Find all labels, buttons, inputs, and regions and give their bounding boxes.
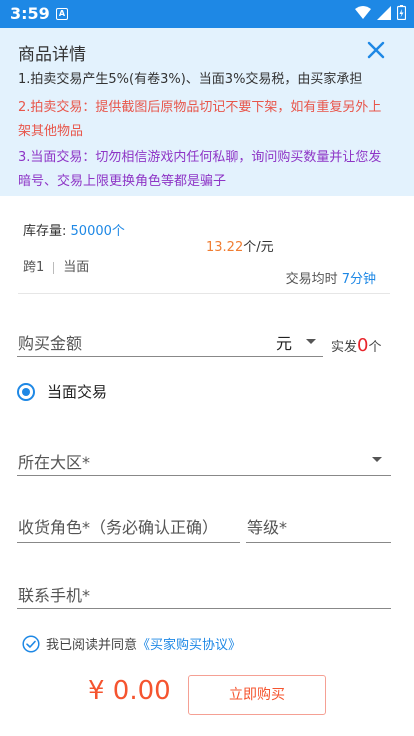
role-underline [17,542,240,543]
avg-time-label: 交易均时 [285,272,338,287]
server-row: 跨1 当面 [23,256,89,275]
actual-unit: 个 [368,340,382,355]
actual-amount: 实发0个 [331,335,381,356]
total-price: ¥ 0.00 [88,676,171,706]
notice-title: 商品详情 [18,45,86,65]
agreement-text: 我已阅读并同意 [46,638,138,653]
unit-price: 13.22个/元 [206,236,274,255]
notice-line-auction: 2.拍卖交易：提供截图后原物品切记不要下架，如有重复另外上架其他物品 [18,100,382,139]
status-time: 3:59 [10,4,50,23]
stock-row: 库存量: 50000个 [23,220,125,239]
trade-mode: 当面 [63,260,90,275]
stock-label: 库存量: [23,224,67,239]
stock-value: 50000个 [70,224,125,239]
avg-time-value: 7分钟 [341,272,376,287]
region-select[interactable]: 所在大区* [18,449,90,473]
amount-input[interactable]: 购买金额 [18,330,82,354]
level-input[interactable]: 等级* [247,514,287,538]
actual-label: 实发 [331,340,358,355]
signal-icon [377,5,391,20]
chevron-down-icon[interactable] [372,457,382,462]
close-icon[interactable] [366,40,386,60]
agreement-row: 我已阅读并同意《买家购买协议》 [46,634,241,653]
divider [53,261,55,274]
trade-option-label[interactable]: 当面交易 [47,381,107,402]
notice-line-tax: 1.拍卖交易产生5%(有卷3%)、当面3%交易税，由买家承担 [18,72,363,87]
product-info: 库存量: 50000个 跨1 当面 13.22个/元 交易均时 7分钟 [18,210,390,294]
server-name: 跨1 [23,260,45,275]
avg-trade-time: 交易均时 7分钟 [286,268,376,287]
phone-input[interactable]: 联系手机* [18,582,90,606]
checkbox-checked-icon[interactable] [22,635,40,653]
level-underline [246,542,391,543]
price-value: 13.22 [206,240,244,255]
notice-panel: 商品详情 1.拍卖交易产生5%(有卷3%)、当面3%交易税，由买家承担 2.拍卖… [0,28,414,196]
status-icons [355,5,406,20]
chevron-down-icon[interactable] [306,339,316,344]
amount-unit-select[interactable]: 元 [276,330,292,354]
notification-icon: A [56,8,68,20]
phone-underline [17,608,391,609]
actual-count: 0 [357,335,369,356]
buy-now-button[interactable]: 立即购买 [188,675,326,715]
battery-icon [397,5,406,20]
wifi-icon [355,5,371,19]
price-unit: 个/元 [243,240,274,255]
trade-option-radio[interactable] [17,383,35,401]
status-bar: 3:59 A [0,0,414,28]
role-input[interactable]: 收货角色*（务必确认正确） [18,514,218,538]
amount-underline [17,356,323,357]
notice-line-face-to-face: 3.当面交易：切勿相信游戏内任何私聊，询问购买数量并让您发暗号、交易上限更换角色… [18,150,382,189]
agreement-link[interactable]: 《买家购买协议》 [137,638,241,653]
region-underline [17,475,391,476]
